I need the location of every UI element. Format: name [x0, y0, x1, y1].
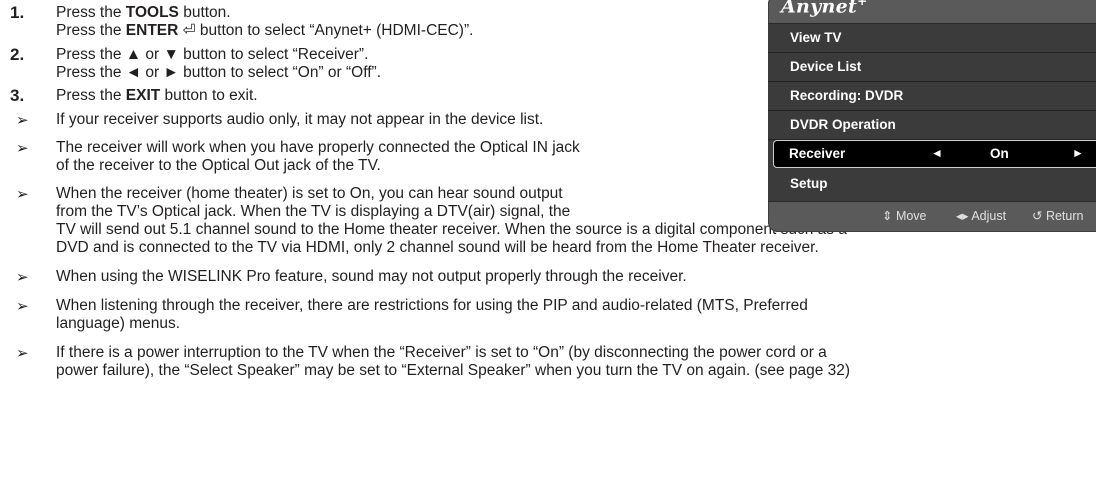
- step-2-line-1: Press the ▲ or ▼ button to select “Recei…: [56, 46, 369, 63]
- note-3-line-3: TV will send out 5.1 channel sound to th…: [56, 221, 847, 238]
- osd-item-device-list[interactable]: Device List: [768, 53, 1096, 82]
- step-1-number: 1.: [10, 3, 25, 22]
- osd-item-receiver[interactable]: Receiver ◄ On ►: [773, 140, 1096, 168]
- note-1-arrow-icon: ➢: [16, 112, 29, 129]
- note-5-line-2: language) menus.: [56, 315, 181, 332]
- step-2-line-2: Press the ◄ or ► button to select “On” o…: [56, 64, 382, 81]
- osd-receiver-value: On: [990, 146, 1009, 161]
- osd-item-setup[interactable]: Setup: [768, 170, 1096, 198]
- note-1-line-1: If your receiver supports audio only, it…: [56, 111, 544, 128]
- note-6-line-2: power failure), the “Select Speaker” may…: [56, 362, 851, 379]
- osd-footer-return: ↺ Return: [1032, 209, 1084, 223]
- note-5-arrow-icon: ➢: [16, 298, 29, 315]
- note-4-arrow-icon: ➢: [16, 269, 29, 286]
- osd-item-dvdr-operation[interactable]: DVDR Operation: [768, 111, 1096, 140]
- note-3-line-2: from the TV’s Optical jack. When the TV …: [56, 203, 571, 220]
- note-6-arrow-icon: ➢: [16, 345, 29, 362]
- note-5-line-1: When listening through the receiver, the…: [56, 297, 808, 314]
- note-2-arrow-icon: ➢: [16, 140, 29, 157]
- osd-footer-move: ⇕ Move: [882, 209, 927, 223]
- note-6-line-1: If there is a power interruption to the …: [56, 344, 827, 361]
- anynet-logo: Anynet+: [781, 0, 868, 18]
- osd-right-arrow-icon[interactable]: ►: [1072, 146, 1084, 160]
- anynet-osd-menu: Anynet+ View TV Device List Recording: D…: [768, 0, 1096, 232]
- osd-menu-list: View TV Device List Recording: DVDR DVDR…: [768, 23, 1096, 202]
- note-2-line-2: of the receiver to the Optical Out jack …: [56, 157, 381, 174]
- note-3-arrow-icon: ➢: [16, 186, 29, 203]
- manual-page: 1. Press the TOOLS button. Press the ENT…: [0, 0, 1096, 477]
- note-3-line-4: DVD and is connected to the TV via HDMI,…: [56, 239, 819, 256]
- note-3-line-1: When the receiver (home theater) is set …: [56, 185, 563, 202]
- step-1-line-1: Press the TOOLS button.: [56, 4, 231, 21]
- osd-footer-adjust: ◂▸ Adjust: [956, 209, 1007, 223]
- note-4-line-1: When using the WISELINK Pro feature, sou…: [56, 268, 687, 285]
- osd-left-arrow-icon[interactable]: ◄: [931, 146, 943, 160]
- osd-footer: ⇕ Move ◂▸ Adjust ↺ Return: [768, 208, 1096, 228]
- step-3-number: 3.: [10, 86, 25, 105]
- step-1-line-2: Press the ENTER ⏎ button to select “Anyn…: [56, 22, 474, 39]
- step-3-line-1: Press the EXIT button to exit.: [56, 87, 258, 104]
- osd-item-view-tv[interactable]: View TV: [768, 24, 1096, 53]
- note-2-line-1: The receiver will work when you have pro…: [56, 139, 580, 156]
- osd-item-recording[interactable]: Recording: DVDR: [768, 82, 1096, 111]
- step-2-number: 2.: [10, 45, 25, 64]
